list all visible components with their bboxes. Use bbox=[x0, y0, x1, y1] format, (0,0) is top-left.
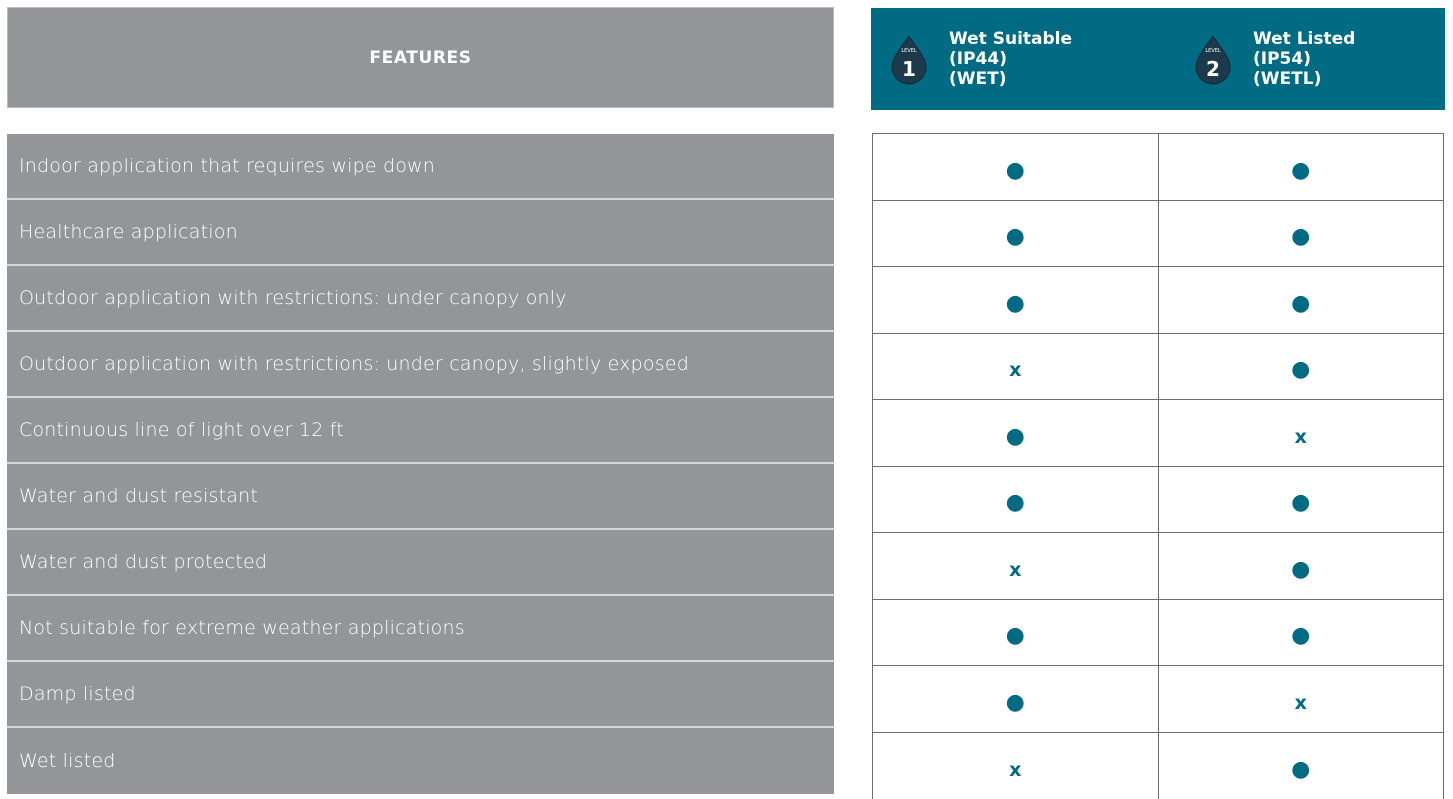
level-2-cell: ● bbox=[1158, 334, 1444, 400]
feature-row: Not suitable for extreme weather applica… bbox=[7, 596, 834, 662]
level-1-cell: ● bbox=[873, 400, 1158, 466]
feature-row: Water and dust protected bbox=[7, 530, 834, 596]
level-1-mark: ● bbox=[1006, 492, 1025, 514]
level-1-word: LEVEL bbox=[901, 48, 917, 54]
level-1-cell: x bbox=[873, 334, 1158, 400]
grid-row: x ● bbox=[873, 334, 1443, 401]
level-2-title: Wet Listed bbox=[1253, 29, 1355, 49]
level-1-cell: x bbox=[873, 733, 1158, 799]
level-1-cell: ● bbox=[873, 666, 1158, 732]
feature-label: Water and dust protected bbox=[19, 551, 267, 573]
level-1-cell: ● bbox=[873, 201, 1158, 267]
level-2-cell: ● bbox=[1158, 267, 1444, 333]
level-1-mark: x bbox=[1009, 359, 1021, 381]
level-2-title-block: Wet Listed (IP54) (WETL) bbox=[1253, 29, 1355, 89]
level-1-title-block: Wet Suitable (IP44) (WET) bbox=[949, 29, 1072, 89]
level-2-header: LEVEL 2 Wet Listed (IP54) (WETL) bbox=[1191, 8, 1355, 110]
level-1-code: (WET) bbox=[949, 69, 1072, 89]
grid-row: x ● bbox=[873, 533, 1443, 600]
level-1-mark: ● bbox=[1006, 625, 1025, 647]
feature-list: Indoor application that requires wipe do… bbox=[7, 134, 834, 794]
level-1-cell: ● bbox=[873, 134, 1158, 200]
level-2-ip: (IP54) bbox=[1253, 49, 1355, 69]
level-1-mark: x bbox=[1009, 759, 1021, 781]
level-2-mark: ● bbox=[1291, 625, 1310, 647]
feature-label: Indoor application that requires wipe do… bbox=[19, 155, 435, 177]
grid-row: ● x bbox=[873, 400, 1443, 467]
feature-row: Indoor application that requires wipe do… bbox=[7, 134, 834, 200]
level-1-cell: ● bbox=[873, 600, 1158, 666]
feature-label: Healthcare application bbox=[19, 221, 238, 243]
drop-level-1-icon: LEVEL 1 bbox=[887, 33, 931, 85]
feature-row: Outdoor application with restrictions: u… bbox=[7, 266, 834, 332]
feature-row: Continuous line of light over 12 ft bbox=[7, 398, 834, 464]
level-2-cell: ● bbox=[1158, 533, 1444, 599]
level-2-cell: ● bbox=[1158, 733, 1444, 799]
level-grid: ● ● ● ● ● ● x ● ● x ● ● x ● ● ● ● x x ● bbox=[872, 133, 1444, 799]
level-1-header: LEVEL 1 Wet Suitable (IP44) (WET) bbox=[887, 8, 1072, 110]
level-1-mark: ● bbox=[1006, 426, 1025, 448]
level-1-mark: ● bbox=[1006, 160, 1025, 182]
level-2-cell: ● bbox=[1158, 134, 1444, 200]
level-1-mark: x bbox=[1009, 559, 1021, 581]
level-2-code: (WETL) bbox=[1253, 69, 1355, 89]
level-2-cell: x bbox=[1158, 666, 1444, 732]
level-2-word: LEVEL bbox=[1205, 48, 1221, 54]
level-2-mark: ● bbox=[1291, 559, 1310, 581]
feature-label: Wet listed bbox=[19, 750, 116, 772]
features-column-header: FEATURES bbox=[7, 7, 834, 108]
feature-row: Healthcare application bbox=[7, 200, 834, 266]
level-2-cell: ● bbox=[1158, 600, 1444, 666]
feature-label: Continuous line of light over 12 ft bbox=[19, 419, 344, 441]
level-1-ip: (IP44) bbox=[949, 49, 1072, 69]
feature-label: Damp listed bbox=[19, 683, 136, 705]
level-1-mark: ● bbox=[1006, 293, 1025, 315]
level-1-cell: x bbox=[873, 533, 1158, 599]
level-2-mark: ● bbox=[1291, 492, 1310, 514]
grid-row: ● ● bbox=[873, 267, 1443, 334]
level-2-number: 2 bbox=[1206, 57, 1220, 81]
level-2-mark: ● bbox=[1291, 359, 1310, 381]
grid-row: ● ● bbox=[873, 467, 1443, 534]
level-1-cell: ● bbox=[873, 267, 1158, 333]
grid-row: ● ● bbox=[873, 600, 1443, 667]
grid-row: ● ● bbox=[873, 134, 1443, 201]
level-2-cell: ● bbox=[1158, 201, 1444, 267]
feature-row: Outdoor application with restrictions: u… bbox=[7, 332, 834, 398]
feature-row: Water and dust resistant bbox=[7, 464, 834, 530]
level-1-cell: ● bbox=[873, 467, 1158, 533]
features-header-label: FEATURES bbox=[369, 48, 471, 68]
feature-row: Damp listed bbox=[7, 662, 834, 728]
grid-row: ● x bbox=[873, 666, 1443, 733]
feature-label: Water and dust resistant bbox=[19, 485, 258, 507]
level-2-mark: x bbox=[1295, 426, 1307, 448]
level-1-mark: ● bbox=[1006, 692, 1025, 714]
feature-label: Outdoor application with restrictions: u… bbox=[19, 287, 567, 309]
level-2-mark: ● bbox=[1291, 759, 1310, 781]
level-2-cell: ● bbox=[1158, 467, 1444, 533]
levels-header: LEVEL 1 Wet Suitable (IP44) (WET) LEVEL … bbox=[871, 8, 1445, 110]
grid-row: ● ● bbox=[873, 201, 1443, 268]
level-2-mark: x bbox=[1295, 692, 1307, 714]
level-1-number: 1 bbox=[902, 57, 916, 81]
level-1-mark: ● bbox=[1006, 226, 1025, 248]
level-2-mark: ● bbox=[1291, 293, 1310, 315]
level-2-cell: x bbox=[1158, 400, 1444, 466]
feature-label: Outdoor application with restrictions: u… bbox=[19, 353, 689, 375]
drop-level-2-icon: LEVEL 2 bbox=[1191, 33, 1235, 85]
feature-label: Not suitable for extreme weather applica… bbox=[19, 617, 465, 639]
level-2-mark: ● bbox=[1291, 160, 1310, 182]
level-1-title: Wet Suitable bbox=[949, 29, 1072, 49]
feature-row: Wet listed bbox=[7, 728, 834, 794]
grid-row: x ● bbox=[873, 733, 1443, 799]
level-2-mark: ● bbox=[1291, 226, 1310, 248]
